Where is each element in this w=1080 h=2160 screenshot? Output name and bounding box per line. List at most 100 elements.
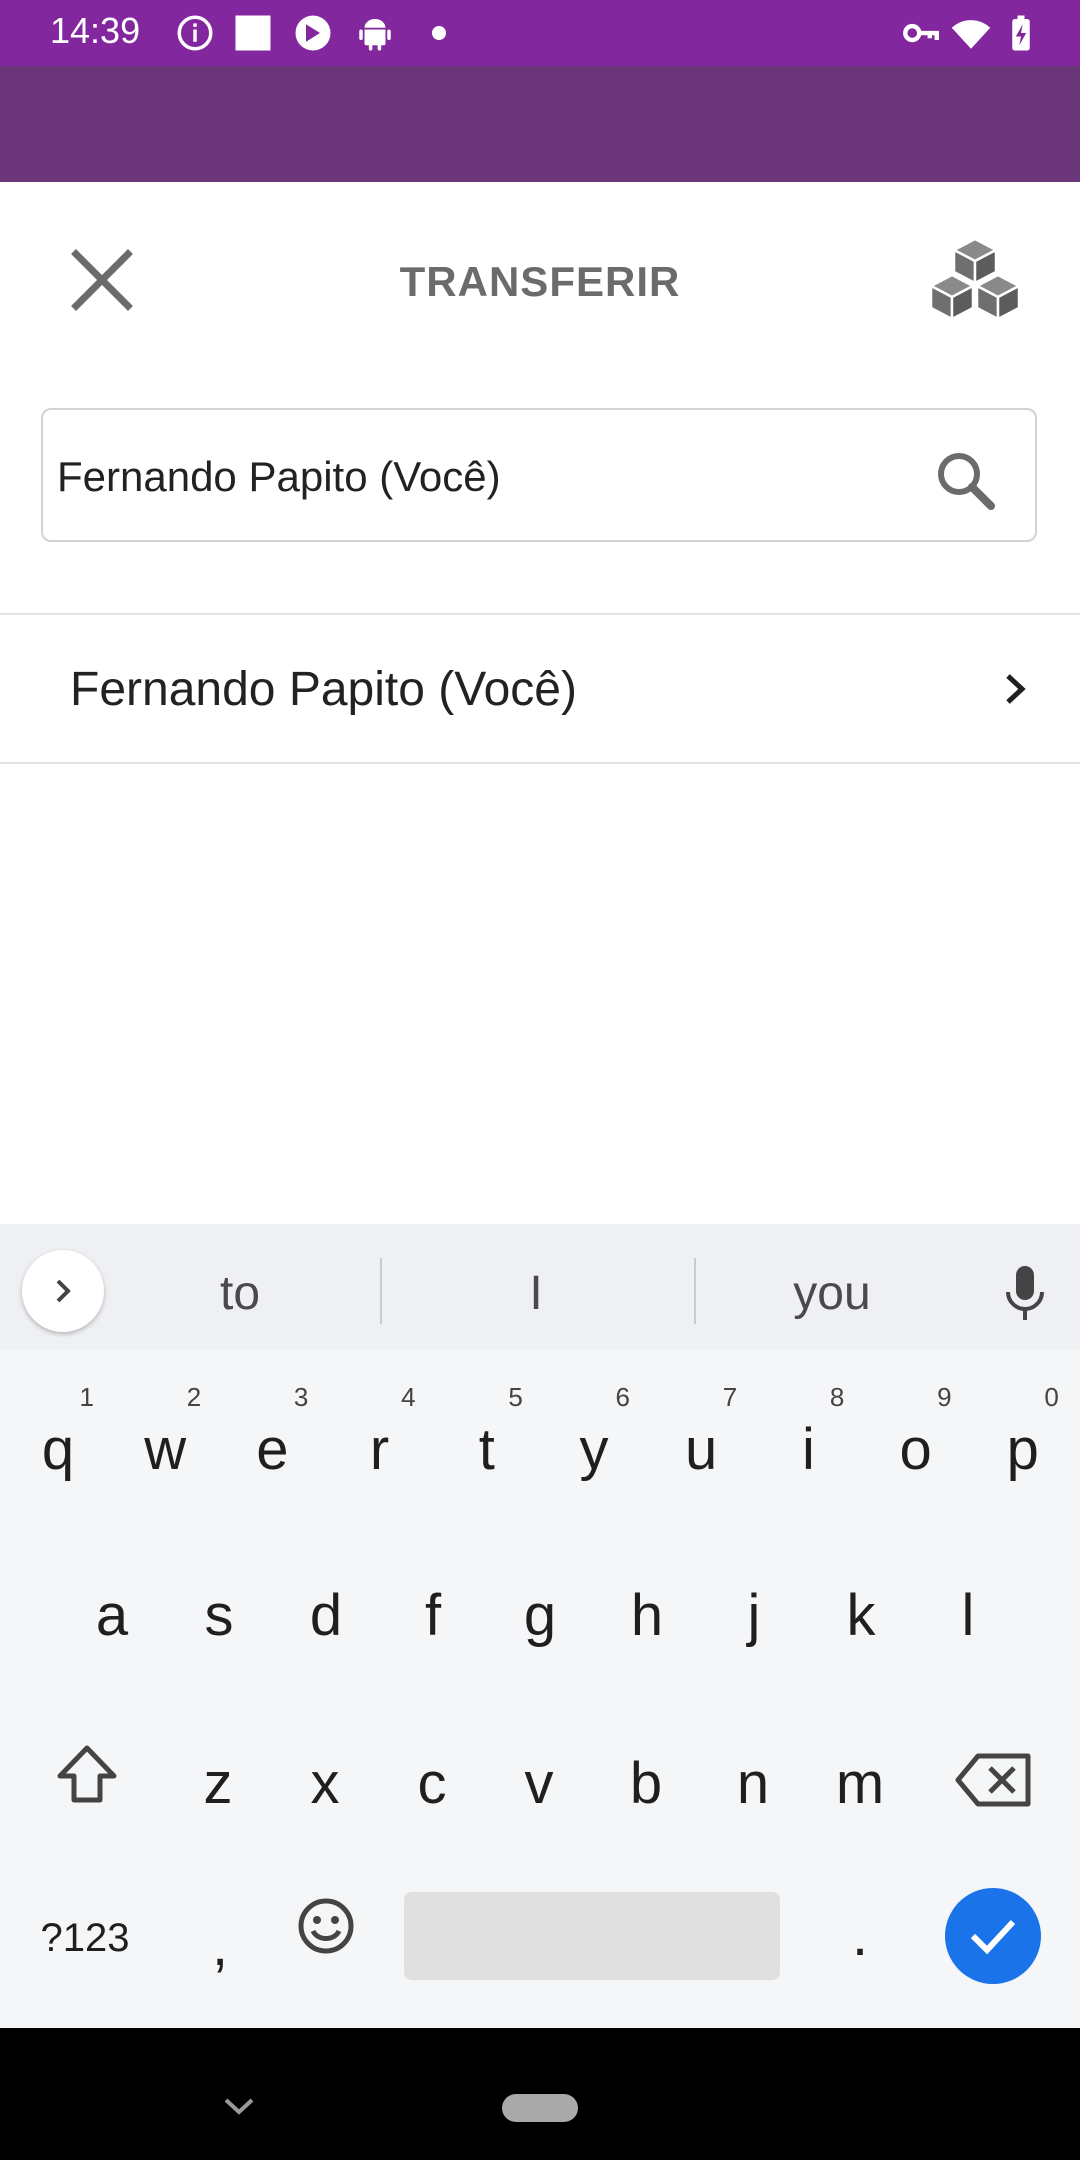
wifi-icon — [951, 20, 991, 49]
status-bar: 14:39 — [0, 0, 1080, 66]
suggestion-2[interactable]: I — [476, 1266, 596, 1321]
symbols-key-label: ?123 — [40, 1916, 130, 1960]
key-row1-3[interactable]: r4 — [330, 1372, 430, 1492]
key-row2-2[interactable]: d — [276, 1538, 376, 1658]
key-row3-1-label: x — [310, 1751, 340, 1816]
key-row2-5[interactable]: h — [597, 1538, 697, 1658]
key-row3-4-label: b — [629, 1751, 663, 1816]
app-bar — [0, 66, 1080, 182]
key-row3-3-label: v — [524, 1751, 554, 1816]
android-icon — [359, 19, 391, 51]
divider — [0, 762, 1080, 764]
key-row1-0-number-hint: 1 — [79, 1382, 94, 1412]
key-row1-2-label: e — [256, 1417, 289, 1482]
space-bar[interactable] — [404, 1892, 780, 1980]
backspace-key[interactable] — [944, 1714, 1044, 1834]
backspace-icon — [955, 1753, 1031, 1807]
app-icon — [295, 15, 331, 51]
key-row1-9-number-hint: 0 — [1044, 1382, 1059, 1412]
key-row1-3-number-hint: 4 — [401, 1382, 416, 1412]
key-row2-4[interactable]: g — [490, 1538, 590, 1658]
divider — [0, 613, 1080, 615]
key-row3-5[interactable]: n — [703, 1706, 803, 1826]
key-row3-2[interactable]: c — [382, 1706, 482, 1826]
shift-key[interactable] — [36, 1714, 136, 1834]
key-row2-1-label: s — [204, 1583, 234, 1648]
key-row3-4[interactable]: b — [596, 1706, 696, 1826]
dot-icon — [432, 26, 446, 40]
key-row1-2[interactable]: e3 — [222, 1372, 322, 1492]
key-row2-0[interactable]: a — [62, 1538, 162, 1658]
key-row3-6[interactable]: m — [810, 1706, 910, 1826]
period-key[interactable]: . — [810, 1876, 910, 1996]
key-row1-9[interactable]: p0 — [973, 1372, 1073, 1492]
key-row2-8-label: l — [961, 1583, 975, 1648]
key-row1-6-label: u — [685, 1417, 718, 1482]
key-row1-4-number-hint: 5 — [508, 1382, 523, 1412]
key-row1-8[interactable]: o9 — [866, 1372, 966, 1492]
key-row1-5[interactable]: y6 — [544, 1372, 644, 1492]
key-row3-3[interactable]: v — [489, 1706, 589, 1826]
key-row1-4[interactable]: t5 — [437, 1372, 537, 1492]
key-row2-3[interactable]: f — [383, 1538, 483, 1658]
microphone-icon[interactable] — [1002, 1264, 1048, 1324]
key-row1-1[interactable]: w2 — [115, 1372, 215, 1492]
chevron-right-icon — [56, 1279, 71, 1303]
key-row2-8[interactable]: l — [918, 1538, 1018, 1658]
navigation-bar — [0, 2028, 1080, 2160]
chevron-right-icon — [1006, 674, 1026, 704]
key-row2-4-label: g — [523, 1583, 557, 1648]
key-row3-6-label: m — [835, 1751, 885, 1816]
list-item[interactable]: Fernando Papito (Você) — [0, 616, 1080, 762]
key-row2-1[interactable]: s — [169, 1538, 269, 1658]
symbols-key[interactable]: ?123 — [30, 1876, 140, 1996]
key-row2-6-label: j — [747, 1583, 761, 1648]
square-icon — [235, 15, 271, 51]
key-row1-4-label: t — [478, 1417, 495, 1482]
period-key-label: . — [851, 1903, 869, 1968]
key-row1-7-label: i — [801, 1417, 815, 1482]
key-row2-5-label: h — [630, 1583, 664, 1648]
key-row1-2-number-hint: 3 — [293, 1382, 309, 1412]
key-row1-0-label: q — [41, 1417, 75, 1482]
key-row2-7-label: k — [846, 1583, 876, 1648]
separator — [380, 1258, 382, 1324]
page-title: TRANSFERIR — [399, 258, 681, 305]
key-row1-7[interactable]: i8 — [758, 1372, 858, 1492]
key-row2-0-label: a — [95, 1583, 129, 1648]
key-row1-9-label: p — [1006, 1417, 1039, 1482]
key-row1-6-number-hint: 7 — [722, 1382, 738, 1412]
emoji-key[interactable] — [276, 1876, 376, 1996]
info-icon — [177, 15, 213, 51]
key-row2-7[interactable]: k — [811, 1538, 911, 1658]
cubes-icon[interactable] — [920, 235, 1030, 335]
enter-button[interactable] — [945, 1888, 1041, 1984]
key-row2-3-label: f — [424, 1583, 442, 1648]
shift-icon — [57, 1745, 117, 1803]
expand-suggestions-button[interactable] — [22, 1250, 104, 1332]
key-row2-6[interactable]: j — [704, 1538, 804, 1658]
key-row3-0[interactable]: z — [168, 1706, 268, 1826]
home-pill[interactable] — [502, 2094, 578, 2122]
key-row3-5-label: n — [736, 1751, 770, 1816]
key-row1-6[interactable]: u7 — [651, 1372, 751, 1492]
chevron-down-icon[interactable] — [222, 2094, 256, 2118]
key-row3-0-label: z — [203, 1751, 233, 1816]
suggestion-3[interactable]: you — [772, 1266, 892, 1321]
search-icon[interactable] — [931, 446, 1001, 516]
suggestion-bar: to I you — [0, 1224, 1080, 1350]
suggestion-1[interactable]: to — [180, 1266, 300, 1321]
checkmark-icon — [970, 1919, 1016, 1955]
key-row3-1[interactable]: x — [275, 1706, 375, 1826]
separator — [694, 1258, 696, 1324]
key-row1-0[interactable]: q1 — [8, 1372, 108, 1492]
comma-key[interactable]: , — [170, 1876, 270, 1996]
search-input[interactable] — [55, 440, 919, 514]
key-row1-5-label: y — [579, 1417, 609, 1482]
key-row2-2-label: d — [309, 1583, 343, 1648]
key-row1-7-number-hint: 8 — [829, 1382, 845, 1412]
status-time: 14:39 — [50, 10, 141, 51]
key-icon — [903, 23, 939, 43]
battery-icon — [1012, 15, 1030, 51]
key-row1-8-label: o — [899, 1417, 932, 1482]
